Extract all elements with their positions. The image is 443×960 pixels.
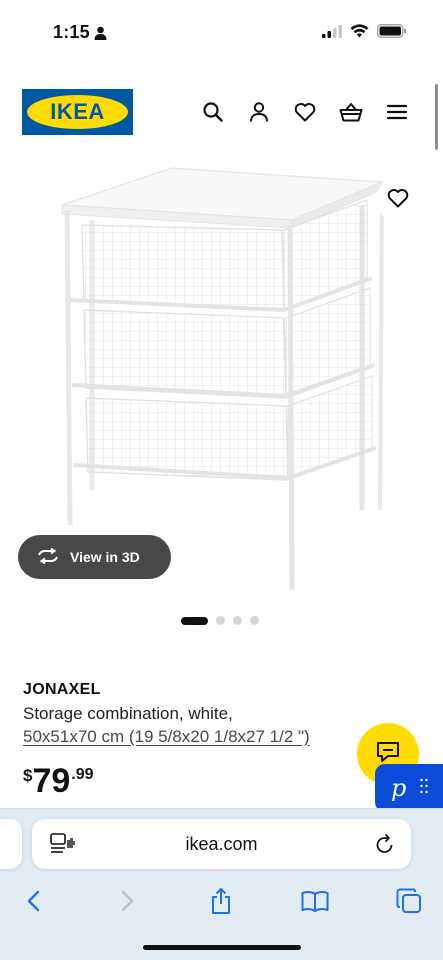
heart-icon <box>387 188 409 213</box>
logo-text: IKEA <box>50 99 105 124</box>
account-icon[interactable] <box>247 100 271 124</box>
browser-nav-toolbar <box>0 881 443 921</box>
person-icon <box>94 26 107 40</box>
ikea-logo[interactable]: IKEA <box>22 89 133 135</box>
back-icon[interactable] <box>17 885 49 917</box>
price-integer: 79 <box>32 762 71 800</box>
menu-icon[interactable] <box>385 100 409 124</box>
wifi-icon <box>350 24 369 43</box>
drag-handle-icon[interactable] <box>420 778 429 799</box>
status-bar: 1:15 <box>0 0 443 64</box>
price-decimal: .99 <box>71 766 94 783</box>
scroll-indicator <box>435 84 438 150</box>
carousel-dot[interactable] <box>181 616 208 625</box>
product-name: JONAXEL <box>23 681 101 698</box>
wishlist-button[interactable] <box>376 178 420 222</box>
site-header: IKEA <box>0 88 443 136</box>
p-widget-label: p <box>391 774 407 802</box>
header-actions <box>201 100 409 124</box>
carousel-dot[interactable] <box>233 616 242 625</box>
product-description: Storage combination, white, <box>23 704 233 723</box>
reload-icon[interactable] <box>375 833 395 860</box>
url-text: ikea.com <box>185 834 258 854</box>
view-in-3d-button[interactable]: View in 3D <box>18 535 171 579</box>
tabs-icon[interactable] <box>393 885 425 917</box>
carousel-dot[interactable] <box>250 616 259 625</box>
previous-tab-peek[interactable] <box>0 819 22 869</box>
view-in-3d-label: View in 3D <box>70 549 140 565</box>
p-widget[interactable]: p <box>375 764 443 812</box>
share-icon[interactable] <box>205 885 237 917</box>
shopping-basket-icon[interactable] <box>339 100 363 124</box>
carousel-dot[interactable] <box>216 616 225 625</box>
carousel-dots <box>181 616 259 625</box>
browser-toolbar: ikea.com <box>0 808 443 960</box>
bookmarks-icon[interactable] <box>299 885 331 917</box>
heart-icon[interactable] <box>293 100 317 124</box>
home-indicator <box>143 945 301 950</box>
price-currency: $ <box>23 766 33 785</box>
forward-icon[interactable] <box>112 885 144 917</box>
logo-oval: IKEA <box>27 95 128 129</box>
status-indicators <box>322 24 407 43</box>
search-icon[interactable] <box>201 100 225 124</box>
address-bar[interactable]: ikea.com <box>32 819 411 869</box>
product-size-link[interactable]: 50x51x70 cm (19 5/8x20 1/8x27 1/2 ") <box>23 727 310 747</box>
product-price: $ 79 .99 <box>23 762 94 800</box>
battery-icon <box>377 24 407 43</box>
rotate-3d-icon <box>36 547 60 567</box>
product-image[interactable] <box>22 160 422 600</box>
status-time: 1:15 <box>53 22 90 42</box>
cellular-signal-icon <box>322 24 342 43</box>
